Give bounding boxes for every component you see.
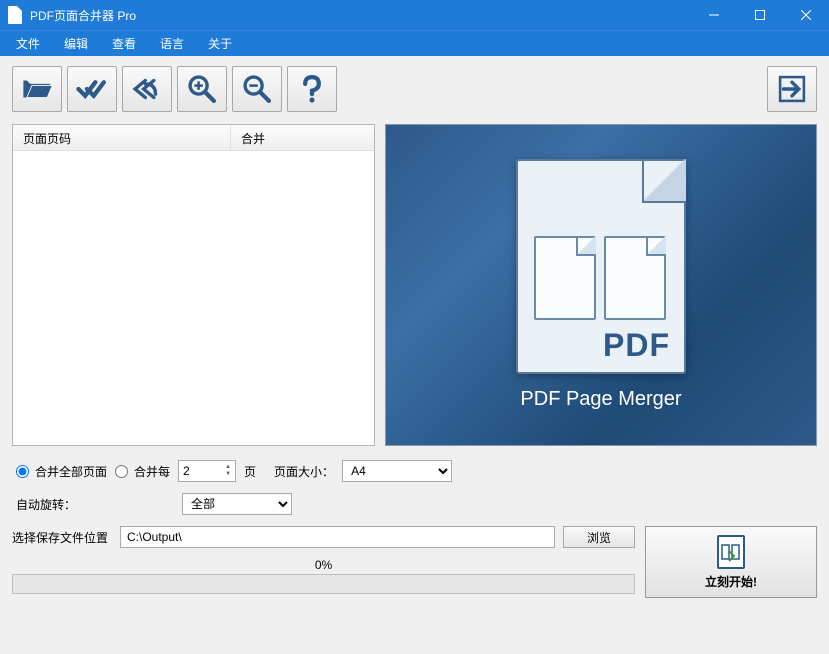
confirm-button[interactable] [67, 66, 117, 112]
start-pdf-icon [717, 535, 745, 569]
pages-suffix: 页 [244, 463, 256, 480]
radio-merge-every[interactable]: 合并每 [115, 463, 170, 480]
output-path-row: 选择保存文件位置 C:\Output\ 浏览 [12, 526, 635, 548]
start-button-label: 立刻开始! [705, 573, 757, 590]
help-icon [295, 72, 329, 106]
menu-about[interactable]: 关于 [196, 31, 244, 56]
pages-spinner-value: 2 [183, 464, 190, 478]
undo-button[interactable] [122, 66, 172, 112]
output-path-value: C:\Output\ [127, 530, 182, 544]
menu-edit[interactable]: 编辑 [52, 31, 100, 56]
auto-rotate-label: 自动旋转： [16, 496, 174, 513]
spinner-buttons[interactable]: ▲▼ [225, 464, 231, 478]
app-icon [8, 6, 22, 24]
close-button[interactable] [783, 0, 829, 30]
content-area: 页面页码 合并 PDF PDF Page Merger 合并全部页面 合并每 2… [0, 56, 829, 654]
radio-merge-all-input[interactable] [16, 465, 29, 478]
menu-view[interactable]: 查看 [100, 31, 148, 56]
zoom-out-icon [240, 72, 274, 106]
output-path-label: 选择保存文件位置 [12, 529, 112, 546]
pdf-text-label: PDF [603, 327, 670, 364]
minimize-button[interactable] [691, 0, 737, 30]
maximize-button[interactable] [737, 0, 783, 30]
mini-page-icon [604, 236, 666, 320]
progress-text: 0% [12, 558, 635, 572]
open-button[interactable] [12, 66, 62, 112]
window-controls [691, 0, 829, 30]
page-size-label: 页面大小： [274, 463, 334, 480]
preview-panel: PDF PDF Page Merger [385, 124, 817, 446]
page-list[interactable]: 页面页码 合并 [12, 124, 375, 446]
list-header: 页面页码 合并 [13, 125, 374, 151]
rotate-row: 自动旋转： 全部 [12, 493, 817, 515]
pdf-document-icon: PDF [516, 159, 686, 374]
page-size-select[interactable]: A4 [342, 460, 452, 482]
double-check-icon [75, 72, 109, 106]
menu-language[interactable]: 语言 [148, 31, 196, 56]
merge-options-row: 合并全部页面 合并每 2 ▲▼ 页 页面大小： A4 [12, 460, 817, 482]
toolbar [12, 64, 817, 114]
progress-bar [12, 574, 635, 594]
zoom-in-button[interactable] [177, 66, 227, 112]
menu-file[interactable]: 文件 [4, 31, 52, 56]
folder-open-icon [20, 72, 54, 106]
radio-merge-all[interactable]: 合并全部页面 [16, 463, 107, 480]
bottom-left: 选择保存文件位置 C:\Output\ 浏览 0% [12, 526, 635, 598]
radio-merge-all-label: 合并全部页面 [35, 463, 107, 480]
mid-section: 页面页码 合并 PDF PDF Page Merger [12, 124, 817, 446]
auto-rotate-select[interactable]: 全部 [182, 493, 292, 515]
help-button[interactable] [287, 66, 337, 112]
export-button[interactable] [767, 66, 817, 112]
titlebar: PDF页面合并器 Pro [0, 0, 829, 30]
titlebar-title: PDF页面合并器 Pro [30, 7, 691, 24]
start-button[interactable]: 立刻开始! [645, 526, 817, 598]
radio-merge-every-label: 合并每 [134, 463, 170, 480]
double-undo-icon [130, 72, 164, 106]
exit-arrow-icon [775, 72, 809, 106]
progress-area: 0% [12, 558, 635, 594]
bottom-section: 选择保存文件位置 C:\Output\ 浏览 0% 立刻开始! [12, 526, 817, 598]
radio-merge-every-input[interactable] [115, 465, 128, 478]
output-path-input[interactable]: C:\Output\ [120, 526, 555, 548]
preview-label: PDF Page Merger [520, 388, 681, 411]
menubar: 文件 编辑 查看 语言 关于 [0, 30, 829, 56]
browse-button[interactable]: 浏览 [563, 526, 635, 548]
column-merge[interactable]: 合并 [231, 125, 374, 150]
column-page-number[interactable]: 页面页码 [13, 125, 231, 150]
zoom-in-icon [185, 72, 219, 106]
pages-spinner[interactable]: 2 ▲▼ [178, 460, 236, 482]
zoom-out-button[interactable] [232, 66, 282, 112]
mini-page-icon [534, 236, 596, 320]
